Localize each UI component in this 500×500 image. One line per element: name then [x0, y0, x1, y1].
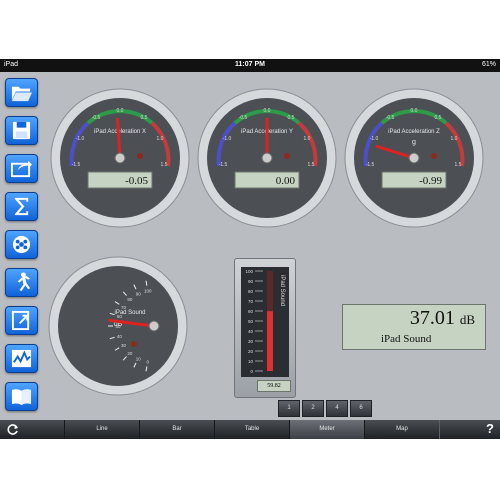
page-button-6[interactable]: 6: [350, 400, 372, 417]
sound-tick-label: 100: [144, 289, 152, 294]
help-book-button[interactable]: [5, 382, 38, 411]
film-reel-icon: [12, 235, 31, 254]
export-button[interactable]: [5, 306, 38, 335]
tick-label: -1.0: [223, 136, 232, 142]
sigma-icon: [14, 197, 29, 216]
tick-label: 0.5: [141, 115, 148, 121]
digital-display: 37.01 dB iPad Sound: [342, 304, 486, 350]
gauge-label: iPad Acceleration Z: [388, 129, 440, 135]
tick-label: -1.5: [366, 162, 375, 168]
gauge-sound: 1009080706050403020100 iPad Sound dB: [48, 256, 188, 396]
status-bar: iPad 11:07 PM 61%: [0, 59, 500, 72]
battery-label: 61%: [481, 61, 496, 68]
tick-label: -1.5: [72, 162, 81, 168]
sound-tick-label: 10: [136, 356, 142, 361]
bar-tick-label: 40: [248, 329, 254, 334]
open-button[interactable]: [5, 78, 38, 107]
save-button[interactable]: [5, 116, 38, 145]
refresh-icon: [7, 424, 18, 435]
sound-tick-label: 20: [127, 351, 133, 356]
tick-label: 0.0: [264, 108, 271, 114]
bar-tick-label: 90: [248, 279, 254, 284]
tab-bar: Line Bar Table Meter Map ?: [0, 420, 500, 439]
runner-icon: [17, 272, 31, 292]
tick-label: 1.5: [455, 162, 462, 168]
display-value-row: 37.01 dB: [410, 307, 475, 330]
bar-tick-label: 70: [248, 299, 254, 304]
save-icon: [12, 121, 31, 140]
book-icon: [11, 389, 32, 406]
help-button[interactable]: ?: [486, 421, 494, 436]
bar-tick-label: 20: [248, 349, 254, 354]
tick-label: -1.0: [76, 136, 85, 142]
bar-tick-label: 60: [248, 309, 254, 314]
tab-line[interactable]: Line: [64, 420, 140, 439]
tab-map[interactable]: Map: [364, 420, 440, 439]
bar-meter: 100 90 80 70 60 50 40 30 20 10 0 iPad Sound 59.82: [234, 258, 296, 398]
tick-label: -0.5: [92, 115, 101, 121]
bar-tick-label: 0: [250, 369, 253, 374]
tick-label: -0.5: [386, 115, 395, 121]
gauge-readout: -0.05: [125, 175, 148, 187]
statistics-button[interactable]: [5, 192, 38, 221]
gauge-acceleration-x: 0.0 -0.5 0.5 -1.0 1.0 -1.5 1.5 iPad Acce…: [50, 88, 190, 228]
tick-label: -1.0: [370, 136, 379, 142]
gauge-acceleration-z: 0.0 -0.5 0.5 -1.0 1.0 -1.5 1.5 iPad Acce…: [344, 88, 484, 228]
tick-label: 0.0: [117, 108, 124, 114]
gauge-readout: 0.00: [276, 175, 296, 187]
chart-line-icon: [11, 349, 32, 368]
folder-open-icon: [11, 86, 32, 102]
tick-label: 1.0: [157, 136, 164, 142]
tick-label: -0.5: [239, 115, 248, 121]
display-value: 37.01: [409, 307, 455, 329]
sound-tick-label: 30: [121, 343, 127, 348]
tick-label: 1.5: [308, 162, 315, 168]
graph-button[interactable]: [5, 344, 38, 373]
gauge-label: iPad Sound: [114, 310, 145, 316]
tab-meter[interactable]: Meter: [289, 420, 365, 439]
bar-fill: [267, 311, 273, 371]
sound-tick-label: 40: [117, 334, 123, 339]
sound-tick-label: 90: [136, 292, 142, 297]
tab-bar-chart[interactable]: Bar: [139, 420, 215, 439]
page-button-1[interactable]: 1: [278, 400, 300, 417]
export-icon: [11, 310, 30, 331]
share-icon: [11, 160, 32, 178]
record-button[interactable]: [5, 230, 38, 259]
bar-tick-label: 100: [245, 269, 253, 274]
page-button-2[interactable]: 2: [302, 400, 324, 417]
bar-meter-scale: 1009080706050403020100 iPad Sound: [245, 269, 285, 374]
gauge-unit: g: [412, 139, 416, 146]
sound-tick-label: 80: [127, 297, 133, 302]
tick-label: 1.0: [451, 136, 458, 142]
clock: 11:07 PM: [235, 61, 265, 68]
tab-table[interactable]: Table: [214, 420, 290, 439]
gauge-readout: -0.99: [419, 175, 442, 187]
bar-tick-label: 80: [248, 289, 254, 294]
tick-label: 1.0: [304, 136, 311, 142]
display-unit: dB: [459, 312, 475, 327]
bar-tick-label: 30: [248, 339, 254, 344]
share-button[interactable]: [5, 154, 38, 183]
refresh-button[interactable]: [6, 423, 20, 436]
tick-label: 0.5: [288, 115, 295, 121]
page-button-4[interactable]: 4: [326, 400, 348, 417]
display-label: iPad Sound: [381, 333, 432, 345]
tick-label: 1.5: [161, 162, 168, 168]
bar-tick-label: 50: [248, 319, 254, 324]
tick-label: 0.0: [411, 108, 418, 114]
bar-meter-label: iPad Sound: [279, 275, 285, 306]
app-main: 0.0 -0.5 0.5 -1.0 1.0 -1.5 1.5 iPad Acce…: [0, 72, 500, 439]
tick-label: -1.5: [219, 162, 228, 168]
bar-meter-readout: 59.82: [257, 380, 291, 392]
run-button[interactable]: [5, 268, 38, 297]
sidebar: [0, 72, 44, 420]
tick-label: 0.5: [435, 115, 442, 121]
bar-tick-label: 10: [248, 359, 254, 364]
gauge-label: iPad Acceleration X: [94, 129, 146, 135]
gauge-acceleration-y: 0.0 -0.5 0.5 -1.0 1.0 -1.5 1.5 iPad Acce…: [197, 88, 337, 228]
